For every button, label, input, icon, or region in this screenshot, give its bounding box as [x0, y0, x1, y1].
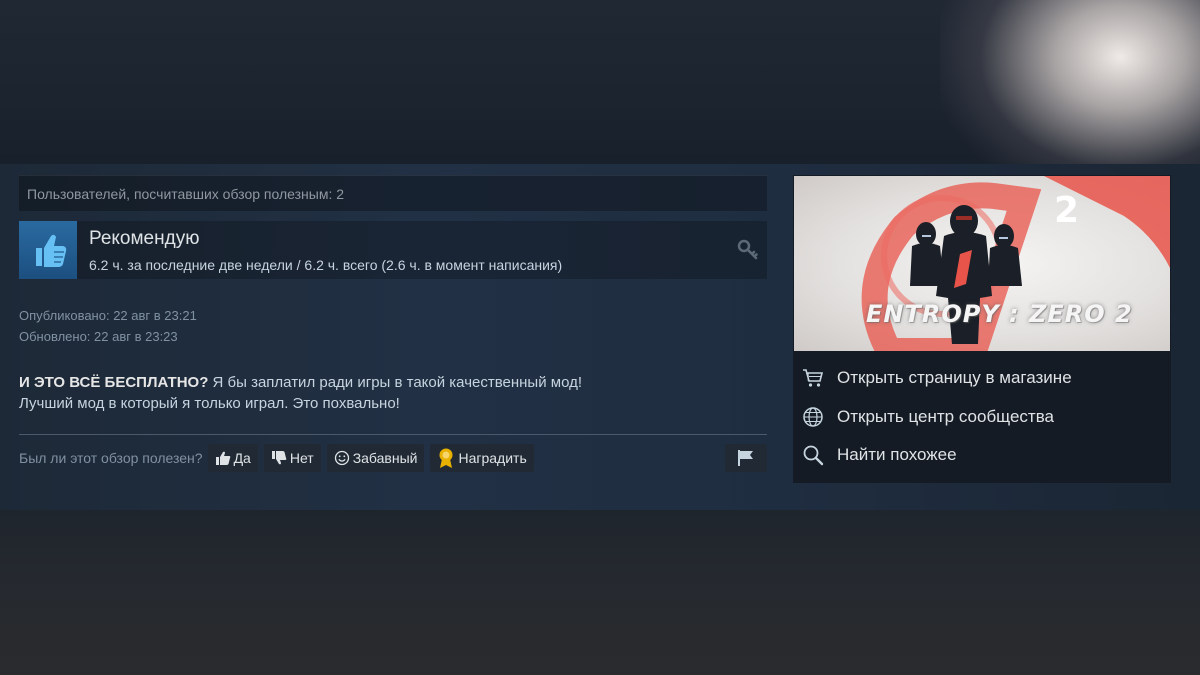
helpful-count-bar: Пользователей, посчитавших обзор полезны…: [19, 175, 767, 211]
game-sidebar: ENTROPY : ZERO 2 2 Открыть страницу в ма…: [793, 175, 1171, 483]
store-page-link[interactable]: Открыть страницу в магазине: [793, 359, 1171, 398]
thumbs-up-icon: [19, 221, 77, 279]
review-body-line-2: Лучший мод в который я только играл. Это…: [19, 395, 400, 412]
magnifier-icon: [803, 445, 824, 466]
flag-icon: [738, 450, 753, 466]
recommendation-box[interactable]: Рекомендую 6.2 ч. за последние две недел…: [19, 221, 767, 279]
recommendation-title: Рекомендую: [89, 228, 200, 249]
vote-funny-label: Забавный: [352, 450, 418, 466]
report-flag-button[interactable]: [725, 444, 767, 472]
cart-icon: [803, 369, 824, 387]
review-body-rest: Я бы заплатил ради игры в такой качестве…: [208, 374, 582, 391]
updated-date: Обновлено: 22 авг в 23:23: [19, 329, 178, 344]
helpful-count-text: Пользователей, посчитавших обзор полезны…: [27, 185, 345, 202]
review-body: И ЭТО ВСЁ БЕСПЛАТНО? Я бы заплатил ради …: [19, 372, 582, 414]
award-label: Наградить: [458, 450, 527, 466]
community-hub-link[interactable]: Открыть центр сообщества: [793, 398, 1171, 437]
vote-no-button[interactable]: Нет: [263, 444, 321, 472]
hours-played: 6.2 ч. за последние две недели / 6.2 ч. …: [89, 257, 563, 273]
recommendation-text: Рекомендую 6.2 ч. за последние две недел…: [89, 227, 562, 273]
globe-icon: [803, 407, 823, 427]
divider: [19, 434, 767, 435]
vote-funny-button[interactable]: Забавный: [326, 444, 425, 472]
vote-yes-button[interactable]: Да: [207, 444, 258, 472]
vote-yes-label: Да: [233, 450, 251, 466]
thumbs-up-icon: [215, 451, 230, 465]
award-icon: [439, 448, 453, 468]
award-button[interactable]: Наградить: [430, 444, 534, 472]
review-body-line-1: И ЭТО ВСЁ БЕСПЛАТНО? Я бы заплатил ради …: [19, 372, 582, 393]
vote-row: Был ли этот обзор полезен? Да Нет Забавн…: [19, 443, 767, 473]
store-page-label: Открыть страницу в магазине: [837, 368, 1072, 388]
sidebar-links: Открыть страницу в магазине Открыть цент…: [793, 359, 1171, 475]
find-similar-label: Найти похожее: [837, 445, 957, 465]
thumbs-down-icon: [271, 451, 287, 465]
find-similar-link[interactable]: Найти похожее: [793, 436, 1171, 475]
game-title: ENTROPY : ZERO 2: [866, 300, 1133, 328]
review-dates: Опубликовано: 22 авг в 23:21 Обновлено: …: [19, 305, 197, 347]
background-bottom: [0, 510, 1200, 675]
key-icon: [737, 239, 759, 266]
review-body-bold: И ЭТО ВСЁ БЕСПЛАТНО?: [19, 374, 209, 391]
vote-question: Был ли этот обзор полезен?: [19, 450, 203, 466]
game-capsule-image[interactable]: ENTROPY : ZERO 2 2: [794, 176, 1170, 351]
community-hub-label: Открыть центр сообщества: [837, 406, 1055, 426]
vote-no-label: Нет: [289, 450, 314, 466]
review-column: Пользователей, посчитавших обзор полезны…: [19, 175, 767, 472]
smiley-icon: [334, 450, 349, 466]
capsule-number: 2: [1054, 190, 1080, 231]
published-date: Опубликовано: 22 авг в 23:21: [19, 308, 197, 323]
